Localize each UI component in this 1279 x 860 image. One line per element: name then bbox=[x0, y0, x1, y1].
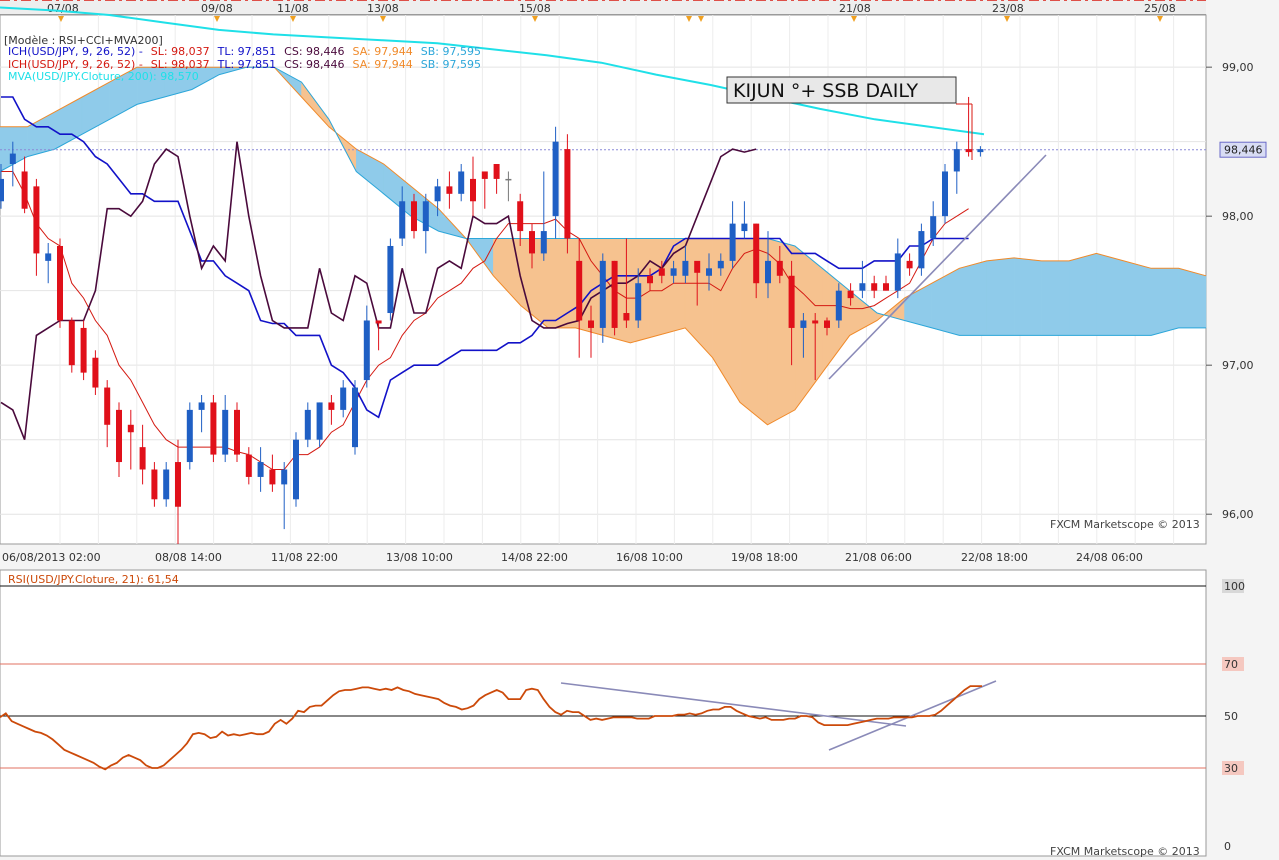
cloud-segment bbox=[1041, 260, 1070, 336]
cloud-segment bbox=[1178, 267, 1207, 329]
top-date-label: 13/08 bbox=[367, 2, 399, 15]
rsi-plot-area[interactable] bbox=[0, 569, 1207, 857]
date-label: 24/08 06:00 bbox=[1076, 551, 1143, 564]
date-label: 22/08 18:00 bbox=[961, 551, 1028, 564]
candle[interactable] bbox=[293, 432, 299, 507]
candle[interactable] bbox=[387, 238, 394, 321]
candle[interactable] bbox=[942, 164, 948, 224]
candle[interactable] bbox=[210, 394, 217, 463]
cloud-segment bbox=[1013, 257, 1042, 336]
cloud-segment bbox=[547, 238, 576, 329]
price-tick-label: 97,00 bbox=[1222, 359, 1254, 372]
rsi-tick-label: 30 bbox=[1224, 762, 1238, 775]
rsi-title: RSI(USD/JPY.Cloture, 21): 61,54 bbox=[8, 573, 179, 586]
top-date-label: 21/08 bbox=[839, 2, 871, 15]
cloud-segment bbox=[1096, 253, 1125, 336]
rsi-tick-label: 50 bbox=[1224, 710, 1238, 723]
cloud-segment bbox=[986, 257, 1015, 336]
date-label: 13/08 10:00 bbox=[386, 551, 453, 564]
cloud-segment bbox=[959, 260, 987, 336]
top-date-label: 09/08 bbox=[201, 2, 233, 15]
price-tick-label: 96,00 bbox=[1222, 508, 1254, 521]
candle[interactable] bbox=[611, 260, 618, 336]
candle[interactable] bbox=[918, 223, 925, 276]
date-label: 21/08 06:00 bbox=[845, 551, 912, 564]
bottom-date-axis: 06/08/2013 02:00 08/08 14:00 11/08 22:00… bbox=[0, 545, 1206, 570]
legend-mva[interactable]: MVA(USD/JPY.Cloture, 200): 98,570 bbox=[8, 70, 199, 83]
cloud-segment bbox=[1150, 268, 1179, 336]
candle[interactable] bbox=[564, 134, 571, 254]
top-date-label: 11/08 bbox=[277, 2, 309, 15]
cloud-segment bbox=[1123, 260, 1152, 336]
price-tag-label: 98,446 bbox=[1224, 144, 1263, 157]
rsi-tick-label: 100 bbox=[1224, 580, 1245, 593]
top-date-label: 15/08 bbox=[519, 2, 551, 15]
candle[interactable] bbox=[80, 320, 87, 381]
top-date-label: 25/08 bbox=[1144, 2, 1176, 15]
chart-canvas: 07/08 09/08 11/08 13/08 15/08 21/08 23/0… bbox=[0, 0, 1279, 860]
candle[interactable] bbox=[186, 402, 193, 470]
candle[interactable] bbox=[234, 402, 240, 463]
date-label: 06/08/2013 02:00 bbox=[2, 551, 101, 564]
rsi-axis: 100 70 50 30 0 bbox=[1207, 570, 1279, 860]
candle[interactable] bbox=[352, 380, 358, 455]
price-axis: 99,00 98,00 97,00 96,00 bbox=[1206, 15, 1279, 544]
rsi-tick-label: 0 bbox=[1224, 840, 1231, 853]
date-label: 14/08 22:00 bbox=[501, 551, 568, 564]
date-label: 11/08 22:00 bbox=[271, 551, 338, 564]
main-watermark: FXCM Marketscope © 2013 bbox=[1050, 518, 1200, 531]
date-label: 19/08 18:00 bbox=[731, 551, 798, 564]
date-label: 08/08 14:00 bbox=[155, 551, 222, 564]
top-date-label: 23/08 bbox=[992, 2, 1024, 15]
rsi-tick-label: 70 bbox=[1224, 658, 1238, 671]
price-tick-label: 99,00 bbox=[1222, 61, 1254, 74]
candle[interactable] bbox=[68, 317, 75, 373]
annotation-text: KIJUN °+ SSB DAILY bbox=[733, 80, 918, 102]
rsi-watermark: FXCM Marketscope © 2013 bbox=[1050, 845, 1200, 858]
candle[interactable] bbox=[57, 238, 63, 328]
date-label: 16/08 10:00 bbox=[616, 551, 683, 564]
price-tick-label: 98,00 bbox=[1222, 210, 1254, 223]
cloud-segment bbox=[1068, 253, 1097, 336]
price-tag: 98,446 bbox=[1219, 141, 1267, 158]
cloud-segment bbox=[657, 238, 686, 336]
legend-ichimoku-1[interactable]: ICH(USD/JPY, 9, 26, 52) - SL: 98,037 TL: 9… bbox=[8, 45, 481, 58]
